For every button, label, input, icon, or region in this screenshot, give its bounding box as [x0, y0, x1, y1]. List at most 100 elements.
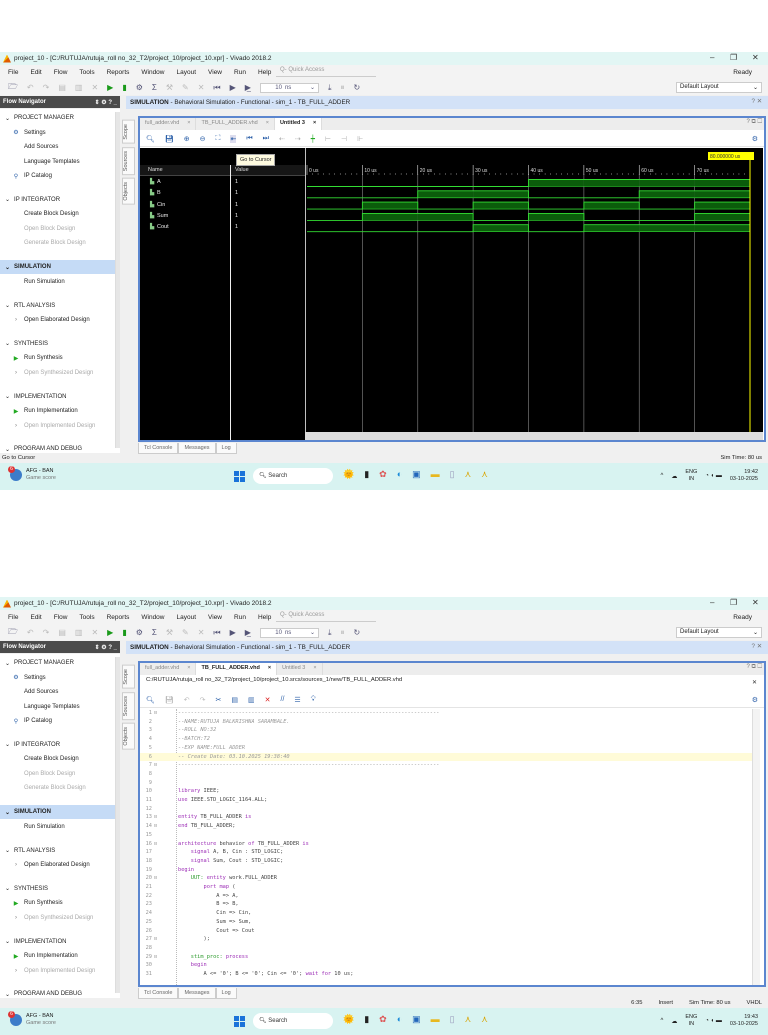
code-line[interactable]: 26 Cout => Cout	[140, 927, 752, 936]
search-icon[interactable]: 🔍︎	[146, 696, 155, 704]
layout-select[interactable]: Default Layout ⌄	[676, 627, 762, 638]
signal-row[interactable]: ▙ Cin 1	[140, 200, 305, 211]
menu-tools[interactable]: Tools	[79, 614, 94, 621]
menu-tools[interactable]: Tools	[79, 69, 94, 76]
code-line[interactable]: 23 B => B,	[140, 900, 752, 909]
code-line[interactable]: 18 signal Sum, Cout : STD_LOGIC;	[140, 857, 752, 866]
delete-icon[interactable]: ✕	[91, 83, 98, 92]
sidebar-item[interactable]: Add Sources	[0, 140, 120, 155]
waveform-canvas[interactable]: 0 us 10 us 20 us 30 us 40 us 50 us 60 us 70 us 8…	[305, 148, 763, 440]
code-line[interactable]: 28	[140, 944, 752, 953]
weather-widget[interactable]: 6 AFG - BAN Game score	[8, 1011, 56, 1027]
tab-sources[interactable]: Sources	[122, 691, 135, 720]
cut-icon[interactable]: ✂	[216, 696, 222, 704]
sidebar-section[interactable]: ⌄ SYNTHESIS	[0, 882, 120, 896]
language[interactable]: ENG	[685, 469, 697, 476]
close-button[interactable]: ✕	[752, 598, 759, 607]
menu-file[interactable]: File	[8, 69, 18, 76]
code-line[interactable]: 15	[140, 831, 752, 840]
sidebar-section[interactable]: ⌄ SIMULATION	[0, 805, 120, 820]
sidebar-item[interactable]: ⚲ IP Catalog	[0, 714, 120, 729]
cloud-icon[interactable]: ☁	[671, 1018, 677, 1025]
sidebar-section[interactable]: ⌄ IMPLEMENTATION	[0, 934, 120, 948]
code-line[interactable]: 8	[140, 770, 752, 779]
file-tab[interactable]: full_adder.vhd ×	[140, 118, 197, 130]
panel-window-controls-icon[interactable]: ? ⧉ ☐	[747, 664, 763, 671]
sidebar-item[interactable]: ⚙ Settings	[0, 670, 120, 685]
edge-icon[interactable]: ◐	[397, 469, 402, 480]
run-all-icon[interactable]: ▶	[230, 83, 236, 92]
menu-window[interactable]: Window	[141, 69, 164, 76]
chevron-up-icon[interactable]: ^	[661, 1018, 664, 1024]
next-transition-icon[interactable]: ⇢	[295, 135, 301, 143]
undo-icon[interactable]: ↶	[27, 628, 34, 637]
sigma-icon[interactable]: Σ	[152, 628, 157, 637]
code-line[interactable]: 10 library IEEE;	[140, 787, 752, 796]
tool-icon[interactable]: ⚒	[166, 83, 173, 92]
document-icon[interactable]: ▯	[450, 469, 455, 480]
undo-icon[interactable]: ↶	[27, 83, 34, 92]
code-line[interactable]: 25 Sum => Sum,	[140, 918, 752, 927]
wifi-volume-battery-icon[interactable]: ◔ ◖ ▬	[705, 473, 722, 479]
close-tab-icon[interactable]: ×	[187, 120, 190, 128]
fold-icon[interactable]: ⊟	[154, 761, 157, 770]
copy-icon[interactable]: ▤	[58, 83, 66, 92]
zoom-in-icon[interactable]: ⊕	[184, 135, 190, 143]
code-line[interactable]: 27 ⊟ );	[140, 935, 752, 944]
cancel-icon[interactable]: ✕	[198, 83, 205, 92]
region[interactable]: IN	[685, 476, 697, 483]
signal-row[interactable]: ▙ B 1	[140, 188, 305, 199]
clock-time[interactable]: 19:43	[730, 1014, 758, 1021]
sidebar-section[interactable]: ⌄ PROGRAM AND DEBUG	[0, 442, 120, 453]
vivado-app-icon[interactable]: ⋏	[465, 469, 472, 480]
clock-date[interactable]: 03-10-2025	[730, 1021, 758, 1028]
code-line[interactable]: 13 ⊟ entity TB_FULL_ADDER is	[140, 813, 752, 822]
sidebar-item[interactable]: Language Templates	[0, 154, 120, 169]
file-tab[interactable]: Untitled 3 ×	[274, 118, 323, 130]
code-line[interactable]: 9	[140, 779, 752, 788]
cancel-icon[interactable]: ✕	[198, 628, 205, 637]
code-line[interactable]: 21 port map (	[140, 883, 752, 892]
fold-icon[interactable]: ⊟	[154, 935, 157, 944]
sidebar-item[interactable]: › Open Implemented Design	[0, 418, 120, 433]
code-line[interactable]: 22 A => A,	[140, 892, 752, 901]
sidebar-scrollbar[interactable]	[115, 112, 120, 448]
run-icon[interactable]: ▶	[107, 83, 113, 92]
paste-icon[interactable]: ▥	[75, 628, 83, 637]
run-all-icon[interactable]: ▶	[230, 628, 236, 637]
panel-controls-icon[interactable]: ⇕ ⚙ ? _	[95, 99, 117, 106]
delete-icon[interactable]: ✕	[265, 696, 271, 704]
search-icon[interactable]: 🔍︎	[146, 135, 155, 143]
close-tab-icon[interactable]: ×	[313, 665, 316, 673]
run-time-field[interactable]: 10 ns ⌄	[259, 627, 319, 638]
code-line[interactable]: 14 ⊟ end TB_FULL_ADDER;	[140, 822, 752, 831]
add-marker-icon[interactable]: ┿	[311, 135, 315, 143]
comment-icon[interactable]: //	[281, 696, 285, 703]
zoom-out-icon[interactable]: ⊖	[200, 135, 206, 143]
tab-tcl-console[interactable]: Tcl Console	[138, 443, 179, 454]
sidebar-scrollbar[interactable]	[115, 657, 120, 993]
code-line[interactable]: 30 begin	[140, 961, 752, 970]
language[interactable]: ENG	[685, 1014, 697, 1021]
save-icon[interactable]: 💾︎	[165, 696, 174, 704]
copilot-icon[interactable]: ✿	[379, 1014, 387, 1025]
fold-icon[interactable]: ⊟	[154, 709, 157, 718]
step-icon[interactable]: ⤓	[328, 628, 332, 638]
chevron-up-icon[interactable]: ^	[661, 473, 664, 479]
menu-layout[interactable]: Layout	[177, 614, 197, 621]
tab-scope[interactable]: Scope	[122, 120, 135, 144]
restore-button[interactable]: ❐	[730, 598, 737, 607]
relaunch-icon[interactable]: ↻	[354, 628, 361, 637]
menu-edit[interactable]: Edit	[30, 614, 41, 621]
taskbar-search[interactable]: 🔍︎ Search	[253, 1013, 333, 1029]
run-time-field[interactable]: 10 ns ⌄	[259, 82, 319, 93]
close-tab-icon[interactable]: ×	[268, 665, 271, 673]
settings-icon[interactable]: ⚙	[136, 83, 143, 92]
sidebar-section[interactable]: ⌄ SIMULATION	[0, 260, 120, 275]
help-close-icon[interactable]: ? ✕	[751, 98, 762, 105]
program-icon[interactable]: ▮	[122, 628, 126, 637]
sigma-icon[interactable]: Σ	[152, 83, 157, 92]
clock-time[interactable]: 19:42	[730, 469, 758, 476]
paste-icon[interactable]: ▥	[75, 83, 83, 92]
close-tab-icon[interactable]: ×	[313, 120, 316, 128]
